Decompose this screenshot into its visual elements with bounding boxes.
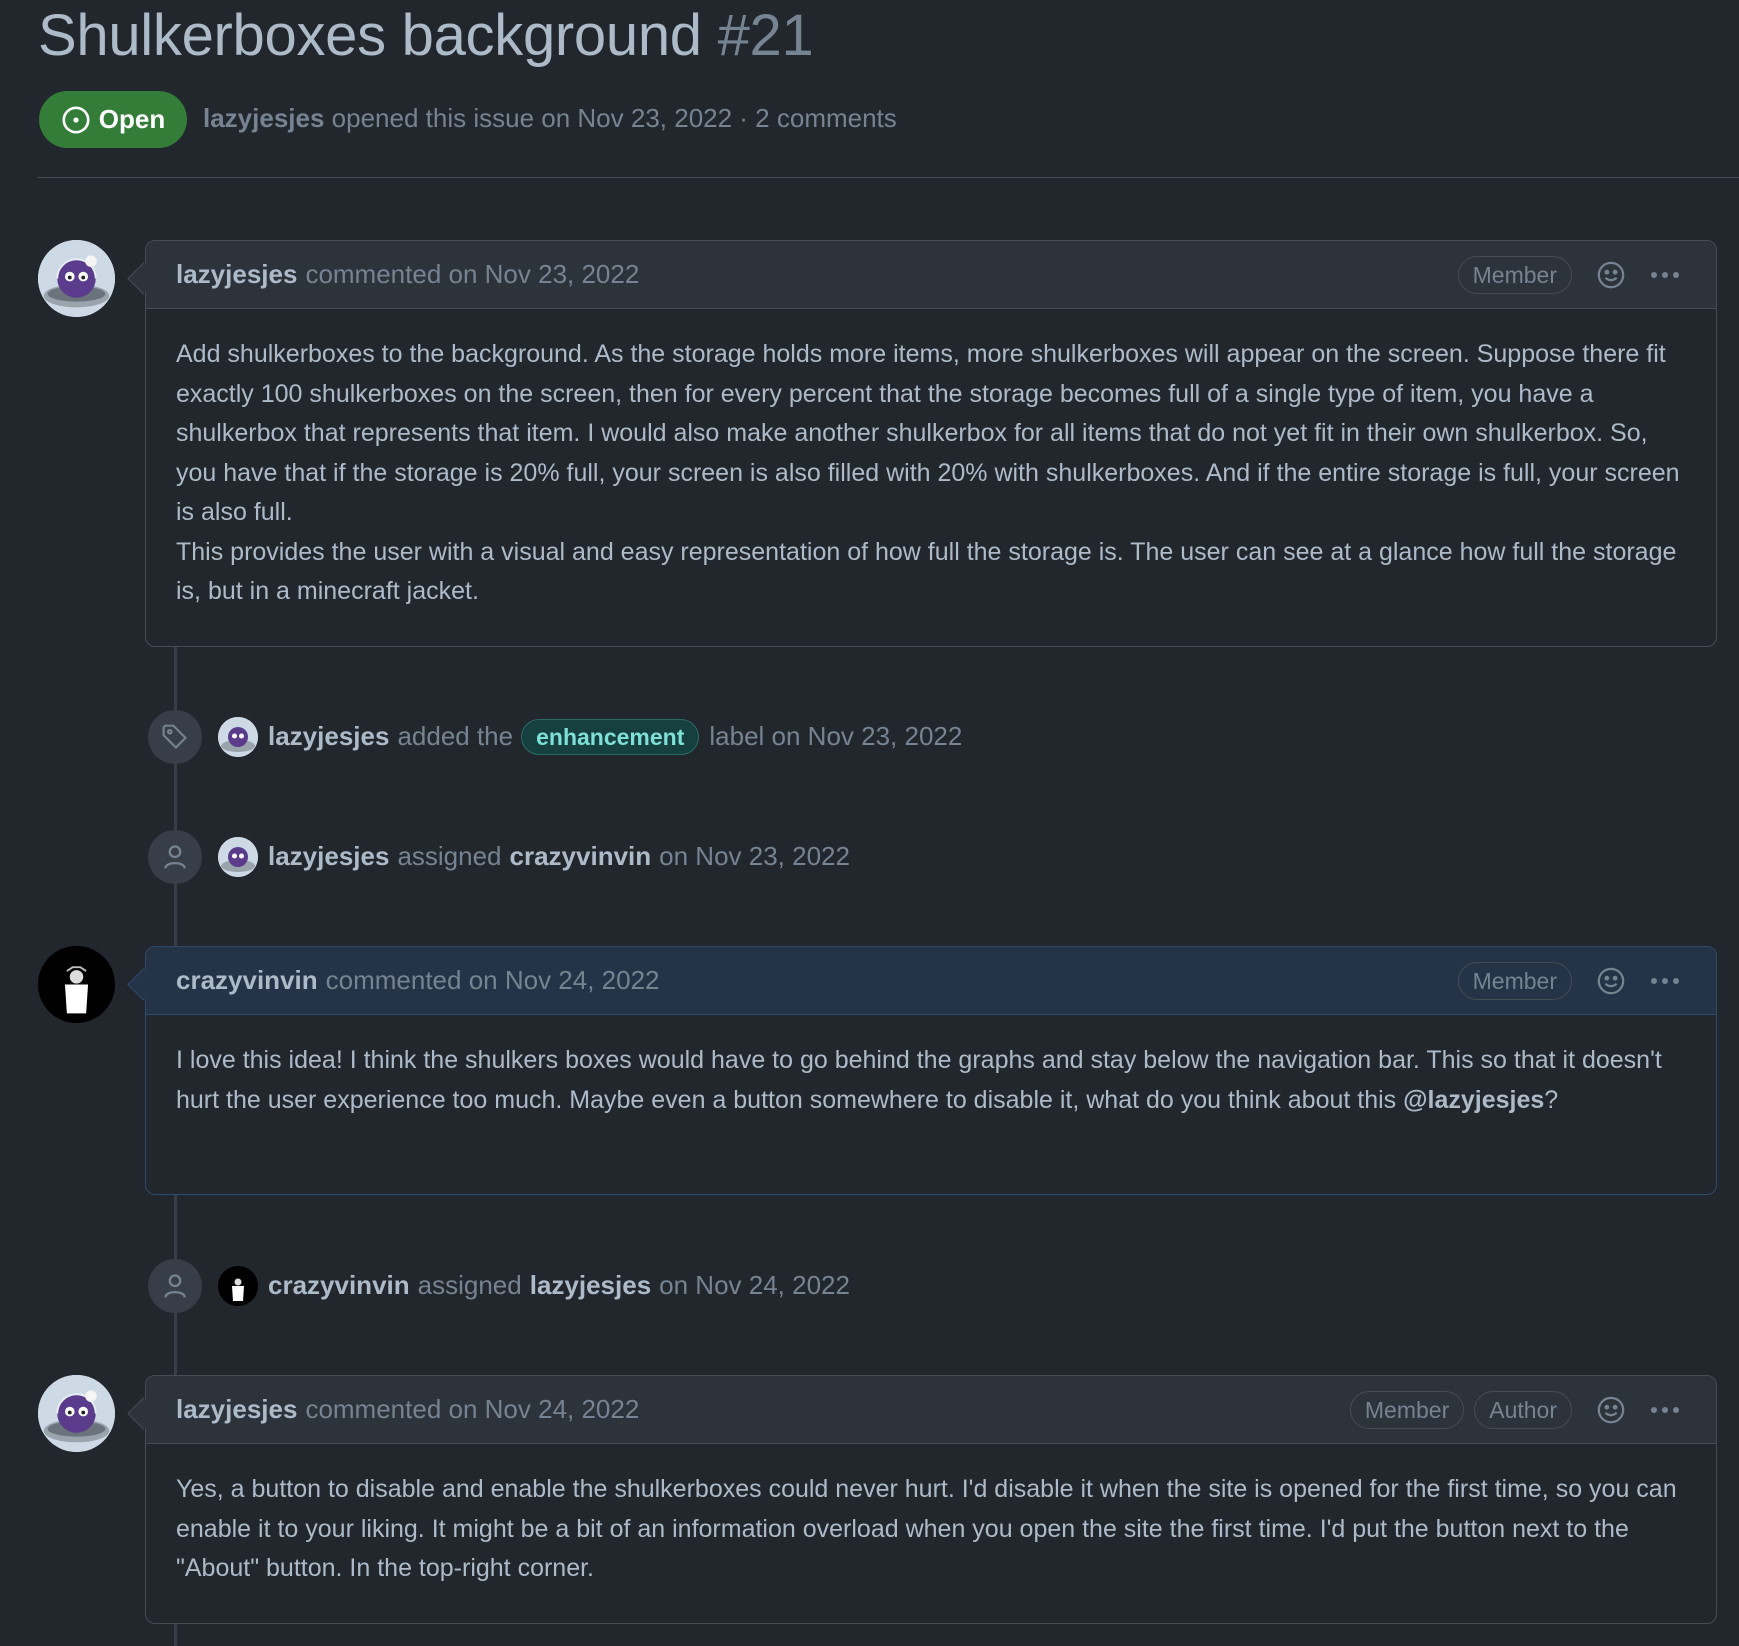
issue-meta: lazyjesjes opened this issue on Nov 23, …	[203, 103, 897, 134]
ufo-avatar-icon	[38, 1375, 115, 1452]
event-text: assigned	[397, 841, 502, 871]
avatar-lazyjesjes[interactable]	[38, 240, 115, 317]
more-options-button[interactable]	[1648, 270, 1682, 280]
timeline-event-label: lazyjesjes added the enhancement label o…	[148, 709, 962, 764]
header-divider	[38, 177, 1739, 178]
more-options-button[interactable]	[1648, 1405, 1682, 1415]
timeline-event-assigned: crazyvinvin assigned lazyjesjes on Nov 2…	[148, 1258, 850, 1313]
issue-meta-text: opened this issue on Nov 23, 2022 · 2 co…	[331, 103, 897, 133]
mini-avatar-lazyjesjes[interactable]	[218, 836, 258, 877]
label-enhancement[interactable]: enhancement	[521, 718, 700, 755]
event-actor[interactable]: crazyvinvin	[268, 1270, 410, 1301]
issue-title: Shulkerboxes background #21	[38, 2, 814, 69]
comment-body: I love this idea! I think the shulkers b…	[146, 1015, 1716, 1150]
comment-header: lazyjesjes commented on Nov 24, 2022 Mem…	[146, 1376, 1716, 1444]
add-reaction-button[interactable]	[1594, 964, 1628, 998]
kebab-horizontal-icon	[1651, 272, 1679, 278]
member-badge: Member	[1457, 962, 1572, 1000]
comment-2: crazyvinvin commented on Nov 24, 2022 Me…	[127, 946, 1717, 1195]
event-badge	[148, 1258, 202, 1313]
comment-timestamp[interactable]: commented on Nov 23, 2022	[305, 259, 639, 290]
more-options-button[interactable]	[1648, 976, 1682, 986]
comment-author[interactable]: crazyvinvin	[176, 965, 318, 996]
mini-avatar-crazyvinvin[interactable]	[218, 1265, 258, 1306]
ufo-avatar-icon	[218, 836, 258, 877]
add-reaction-button[interactable]	[1594, 258, 1628, 292]
comment-body: Yes, a button to disable and enable the …	[146, 1444, 1716, 1619]
comment-author[interactable]: lazyjesjes	[176, 259, 297, 290]
event-actor[interactable]: lazyjesjes	[268, 841, 389, 872]
comment-paragraph: Yes, a button to disable and enable the …	[176, 1475, 1677, 1582]
comment-header: lazyjesjes commented on Nov 23, 2022 Mem…	[146, 241, 1716, 309]
comment-body: Add shulkerboxes to the background. As t…	[146, 309, 1716, 642]
person-avatar-icon	[218, 1265, 258, 1306]
issue-opened-icon	[62, 106, 90, 133]
comment-paragraph: I love this idea! I think the shulkers b…	[176, 1041, 1686, 1120]
kebab-horizontal-icon	[1651, 978, 1679, 984]
comment-text: ?	[1544, 1085, 1559, 1114]
event-text: on Nov 24, 2022	[659, 1270, 850, 1300]
event-text: label on Nov 23, 2022	[709, 721, 963, 751]
event-badge	[148, 829, 202, 884]
smiley-icon	[1597, 1396, 1625, 1424]
kebab-horizontal-icon	[1651, 1407, 1679, 1413]
add-reaction-button[interactable]	[1594, 1393, 1628, 1427]
user-mention-link[interactable]: @lazyjesjes	[1403, 1086, 1544, 1114]
comment-author[interactable]: lazyjesjes	[176, 1394, 297, 1425]
comment-paragraph: This provides the user with a visual and…	[176, 537, 1677, 606]
member-badge: Member	[1349, 1391, 1465, 1429]
tag-icon	[162, 724, 187, 749]
comment-timestamp[interactable]: commented on Nov 24, 2022	[326, 965, 660, 996]
person-icon	[164, 1273, 186, 1298]
state-label: Open	[98, 104, 166, 134]
avatar-lazyjesjes[interactable]	[38, 1375, 115, 1452]
avatar-crazyvinvin[interactable]	[38, 946, 115, 1023]
member-badge: Member	[1457, 256, 1572, 294]
event-target[interactable]: lazyjesjes	[530, 1270, 651, 1301]
open-state-badge: Open	[39, 91, 187, 148]
issue-author-link[interactable]: lazyjesjes	[203, 103, 324, 133]
comment-1: lazyjesjes commented on Nov 23, 2022 Mem…	[127, 240, 1717, 647]
issue-title-text: Shulkerboxes background	[38, 3, 702, 68]
event-text: on Nov 23, 2022	[659, 841, 850, 871]
event-badge	[148, 709, 202, 764]
ufo-avatar-icon	[218, 716, 258, 757]
comment-paragraph: Add shulkerboxes to the background. As t…	[176, 340, 1680, 526]
smiley-icon	[1597, 967, 1625, 995]
issue-number: #21	[717, 3, 814, 68]
person-icon	[164, 844, 186, 869]
timeline-event-assigned: lazyjesjes assigned crazyvinvin on Nov 2…	[148, 829, 850, 884]
comment-3: lazyjesjes commented on Nov 24, 2022 Mem…	[127, 1375, 1717, 1624]
ufo-avatar-icon	[38, 240, 115, 317]
comment-timestamp[interactable]: commented on Nov 24, 2022	[305, 1394, 639, 1425]
event-text: added the	[397, 721, 514, 751]
smiley-icon	[1597, 261, 1625, 289]
event-text: assigned	[417, 1270, 522, 1300]
comment-header: crazyvinvin commented on Nov 24, 2022 Me…	[146, 947, 1716, 1015]
person-avatar-icon	[38, 946, 115, 1023]
event-actor[interactable]: lazyjesjes	[268, 721, 389, 752]
author-badge: Author	[1474, 1391, 1572, 1429]
event-target[interactable]: crazyvinvin	[510, 841, 652, 872]
mini-avatar-lazyjesjes[interactable]	[218, 716, 258, 757]
